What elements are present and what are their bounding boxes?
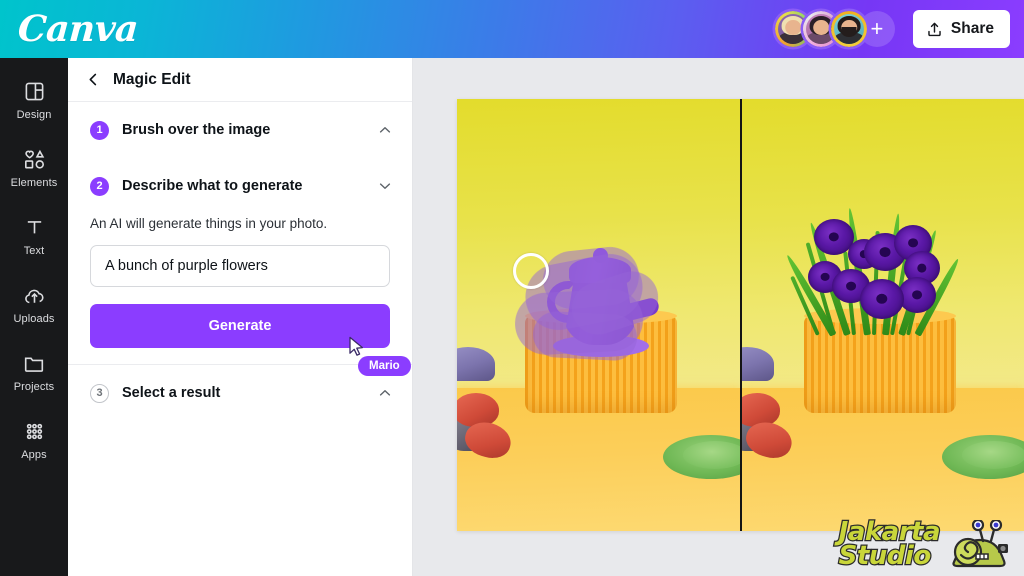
sidebar-item-elements[interactable]: Elements — [0, 138, 68, 196]
prompt-input[interactable] — [90, 245, 390, 287]
avatar-photo — [833, 14, 864, 44]
sidebar-item-projects[interactable]: Projects — [0, 342, 68, 400]
share-button-label: Share — [950, 20, 994, 37]
brush-circle-cursor[interactable] — [513, 253, 549, 289]
after-scene — [742, 99, 1024, 531]
sidebar-item-label: Apps — [21, 449, 47, 461]
step-label: Describe what to generate — [122, 178, 303, 194]
left-nav-rail: Design Elements Text Uploads Projects Ap… — [0, 58, 68, 576]
before-scene — [457, 99, 741, 531]
snail-icon — [946, 518, 1010, 570]
watermark: Jakarta Studio — [837, 518, 1010, 571]
chevron-left-icon[interactable] — [86, 72, 101, 87]
step-badge: 3 — [90, 383, 109, 403]
sidebar-item-label: Uploads — [13, 313, 55, 325]
sidebar-item-uploads[interactable]: Uploads — [0, 274, 68, 332]
chevron-up-icon[interactable] — [378, 386, 392, 400]
step2-content: An AI will generate things in your photo… — [68, 216, 412, 348]
photo-comparison[interactable] — [457, 99, 1024, 531]
uploads-icon — [23, 283, 46, 307]
generate-button[interactable]: Generate — [90, 304, 390, 348]
sidebar-item-label: Design — [16, 109, 52, 121]
sidebar-item-design[interactable]: Design — [0, 70, 68, 128]
watermark-text: Jakarta Studio — [837, 518, 941, 571]
sidebar-item-apps[interactable]: Apps — [0, 410, 68, 468]
design-canvas[interactable]: Jakarta Studio — [413, 58, 1024, 576]
panel-header: Magic Edit — [68, 58, 412, 102]
share-button[interactable]: Share — [912, 10, 1010, 48]
before-after-divider[interactable] — [740, 99, 742, 531]
avatar[interactable] — [830, 11, 867, 47]
elements-icon — [23, 147, 46, 171]
photo-after-half[interactable] — [742, 99, 1024, 531]
projects-icon — [23, 351, 45, 375]
sidebar-item-text[interactable]: Text — [0, 206, 68, 264]
sidebar-item-label: Projects — [13, 381, 55, 393]
apps-icon — [24, 419, 45, 443]
upload-icon — [926, 21, 943, 38]
step-badge: 1 — [90, 120, 109, 140]
green-plate-prop — [962, 441, 1024, 469]
sidebar-item-label: Text — [23, 245, 45, 257]
photo-before-half[interactable] — [457, 99, 741, 531]
step-brush-over-image[interactable]: 1 Brush over the image — [68, 102, 412, 158]
step-badge: 2 — [90, 176, 109, 196]
step-describe-what-to-generate[interactable]: 2 Describe what to generate — [68, 158, 412, 214]
chevron-up-icon[interactable] — [378, 123, 392, 137]
top-bar: Canva + Share — [0, 0, 1024, 58]
canva-logo[interactable]: Canva — [17, 8, 140, 50]
sidebar-item-label: Elements — [10, 177, 58, 189]
page-title: Magic Edit — [113, 70, 191, 88]
collaborator-avatars: + — [774, 11, 895, 47]
topbar-right-group: + Share — [774, 10, 1010, 48]
step-select-a-result[interactable]: 3 Select a result — [68, 365, 412, 421]
step-label: Select a result — [122, 385, 221, 401]
chevron-down-icon[interactable] — [378, 179, 392, 193]
text-icon — [24, 215, 45, 239]
design-icon — [24, 79, 45, 103]
helper-text: An AI will generate things in your photo… — [90, 216, 328, 231]
step-label: Brush over the image — [122, 122, 271, 138]
canva-editor-window: Canva + Share Design Elements Text Uploa… — [0, 0, 1024, 576]
purple-flowers — [784, 185, 976, 337]
purple-teapot — [547, 248, 661, 357]
watermark-line-2: Studio — [837, 541, 932, 571]
green-plate-prop — [683, 441, 741, 469]
magic-edit-panel: Magic Edit 1 Brush over the image 2 Desc… — [68, 58, 413, 576]
